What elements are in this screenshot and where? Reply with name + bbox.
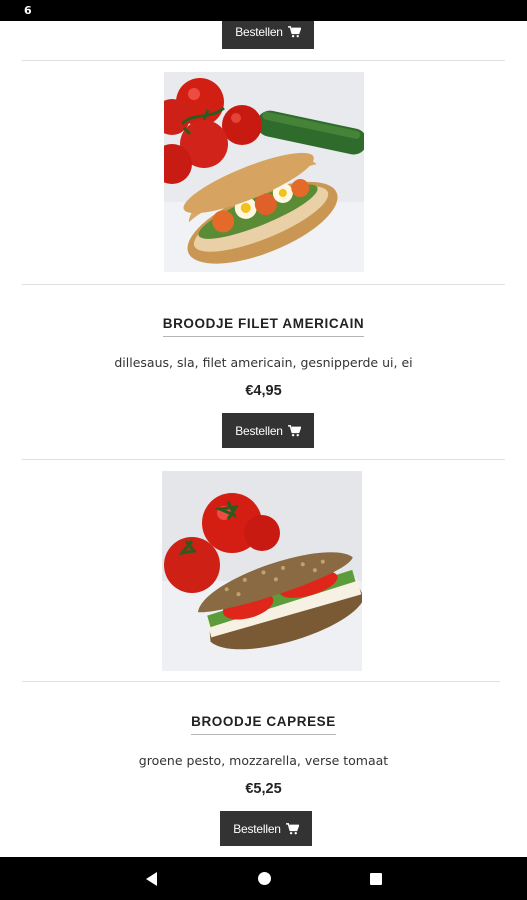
product-name: BROODJE FILET AMERICAIN xyxy=(162,316,365,337)
product-price: €5,25 xyxy=(245,781,282,797)
order-button-previous[interactable]: Bestellen xyxy=(222,21,314,49)
product-title: BROODJE FILET AMERICAIN xyxy=(0,316,527,337)
order-button-label: Bestellen xyxy=(235,24,283,39)
cart-icon xyxy=(287,25,301,37)
cart-icon xyxy=(285,822,299,834)
order-button-filet-americain[interactable]: Bestellen xyxy=(222,413,314,448)
product-image-filet-americain[interactable] xyxy=(164,72,364,272)
recents-button[interactable] xyxy=(356,857,396,900)
order-button-caprese[interactable]: Bestellen xyxy=(220,811,312,846)
divider xyxy=(22,284,505,285)
home-icon xyxy=(257,872,271,885)
order-button-label: Bestellen xyxy=(233,821,281,836)
status-time: 6 xyxy=(24,4,32,17)
cart-icon xyxy=(287,424,301,436)
menu-list[interactable]: Bestellen BROODJE FILET AMERICAIN dilles… xyxy=(0,21,527,857)
back-icon xyxy=(145,871,157,886)
product-price: €4,95 xyxy=(245,383,282,399)
system-navigation-bar xyxy=(0,857,527,900)
recents-icon xyxy=(370,872,382,885)
home-button[interactable] xyxy=(244,857,284,900)
status-bar: 6 xyxy=(0,0,527,21)
divider xyxy=(22,459,505,460)
product-description: groene pesto, mozzarella, verse tomaat xyxy=(138,753,389,768)
back-button[interactable] xyxy=(131,857,171,900)
product-description: dillesaus, sla, filet americain, gesnipp… xyxy=(114,355,413,370)
product-image-caprese[interactable] xyxy=(162,471,362,671)
order-button-label: Bestellen xyxy=(235,423,283,438)
product-title: BROODJE CAPRESE xyxy=(0,714,527,735)
divider xyxy=(22,681,500,682)
divider xyxy=(22,60,505,61)
sandwich-photo xyxy=(164,72,364,272)
product-name: BROODJE CAPRESE xyxy=(191,714,336,735)
sandwich-photo xyxy=(162,471,362,671)
